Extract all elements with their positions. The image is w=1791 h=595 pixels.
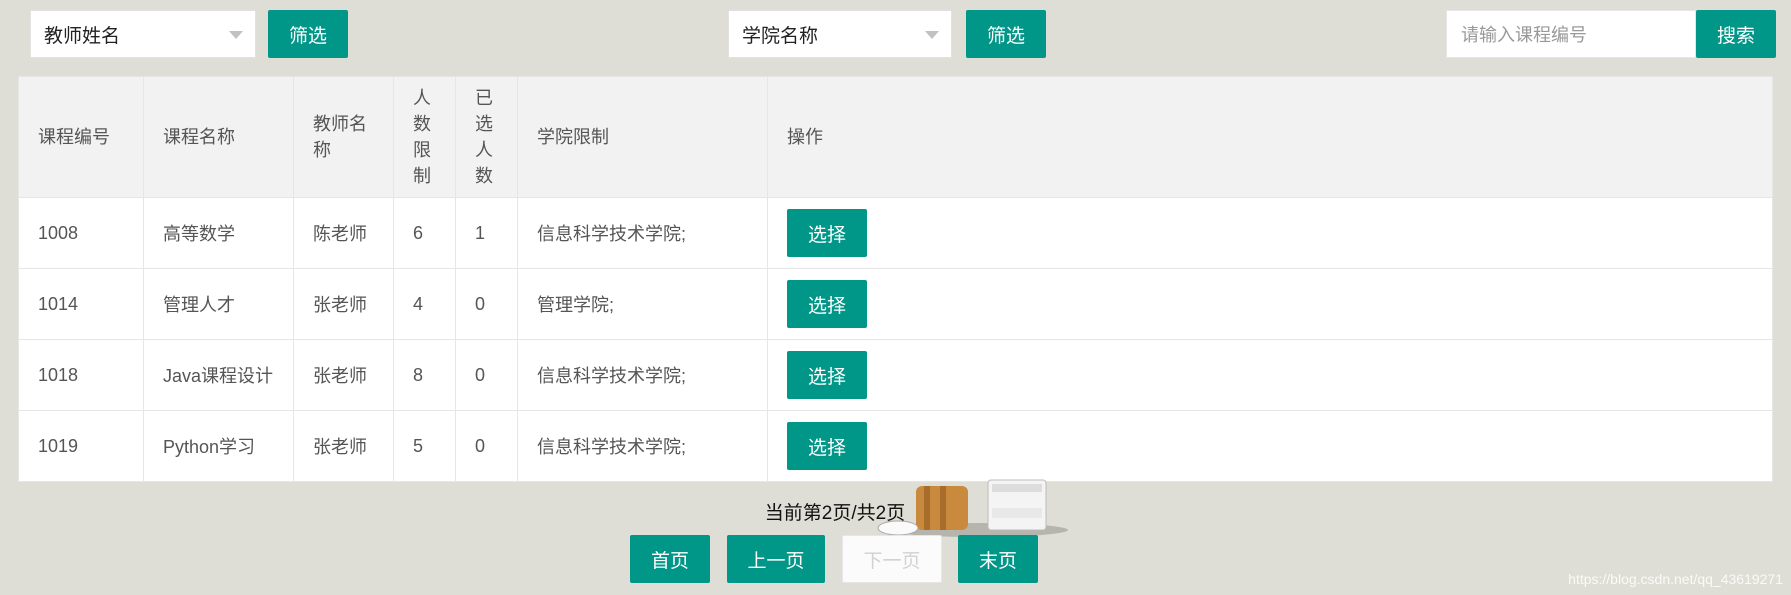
select-course-button[interactable]: 选择	[787, 209, 867, 257]
cell-course-id: 1008	[18, 197, 144, 269]
chevron-down-icon	[925, 31, 939, 39]
header-course-id: 课程编号	[18, 76, 144, 198]
header-course-name: 课程名称	[143, 76, 294, 198]
cell-course-name: Python学习	[143, 410, 294, 482]
header-selected-count: 已选人数	[455, 76, 518, 198]
cell-course-name: Java课程设计	[143, 339, 294, 411]
chevron-down-icon	[229, 31, 243, 39]
first-page-button[interactable]: 首页	[630, 535, 710, 583]
next-page-button[interactable]: 下一页	[842, 535, 942, 583]
cell-actions: 选择	[767, 197, 1773, 269]
college-select-value: 学院名称	[742, 25, 819, 47]
last-page-button[interactable]: 末页	[958, 535, 1038, 583]
table-row: 1018 Java课程设计 张老师 8 0 信息科学技术学院; 选择	[18, 339, 1773, 411]
cell-course-id: 1014	[18, 268, 144, 340]
cell-actions: 选择	[767, 268, 1773, 340]
header-limit: 人数限制	[393, 76, 456, 198]
cell-course-id: 1019	[18, 410, 144, 482]
watermark: https://blog.csdn.net/qq_43619271	[1568, 571, 1783, 587]
cell-teacher: 张老师	[293, 410, 394, 482]
course-table: 课程编号 课程名称 教师名称 人数限制 已选人数 学院限制 操作 1008 高等…	[18, 76, 1773, 482]
teacher-select-value: 教师姓名	[44, 25, 121, 47]
table-row: 1014 管理人才 张老师 4 0 管理学院; 选择	[18, 268, 1773, 340]
header-actions: 操作	[767, 76, 1773, 198]
teacher-filter-button[interactable]: 筛选	[268, 10, 348, 58]
select-course-button[interactable]: 选择	[787, 422, 867, 470]
cell-selected: 1	[455, 197, 518, 269]
select-course-button[interactable]: 选择	[787, 280, 867, 328]
page-info: 当前第2页/共2页	[764, 503, 906, 524]
cell-college: 信息科学技术学院;	[517, 339, 768, 411]
cell-teacher: 陈老师	[293, 197, 394, 269]
table-row: 1008 高等数学 陈老师 6 1 信息科学技术学院; 选择	[18, 197, 1773, 269]
select-course-button[interactable]: 选择	[787, 351, 867, 399]
cell-actions: 选择	[767, 339, 1773, 411]
college-select[interactable]: 学院名称	[728, 10, 952, 58]
cell-course-id: 1018	[18, 339, 144, 411]
cell-teacher: 张老师	[293, 339, 394, 411]
cell-selected: 0	[455, 410, 518, 482]
cell-selected: 0	[455, 268, 518, 340]
cell-college: 信息科学技术学院;	[517, 410, 768, 482]
cell-limit: 8	[393, 339, 456, 411]
table-row: 1019 Python学习 张老师 5 0 信息科学技术学院; 选择	[18, 410, 1773, 482]
cell-college: 信息科学技术学院;	[517, 197, 768, 269]
header-teacher-name: 教师名称	[293, 76, 394, 198]
cell-limit: 4	[393, 268, 456, 340]
cell-limit: 5	[393, 410, 456, 482]
cell-limit: 6	[393, 197, 456, 269]
cell-course-name: 管理人才	[143, 268, 294, 340]
table-header-row: 课程编号 课程名称 教师名称 人数限制 已选人数 学院限制 操作	[18, 76, 1773, 198]
cell-teacher: 张老师	[293, 268, 394, 340]
search-button[interactable]: 搜索	[1696, 10, 1776, 58]
college-filter-button[interactable]: 筛选	[966, 10, 1046, 58]
header-college-limit: 学院限制	[517, 76, 768, 198]
cell-course-name: 高等数学	[143, 197, 294, 269]
cell-college: 管理学院;	[517, 268, 768, 340]
cell-actions: 选择	[767, 410, 1773, 482]
prev-page-button[interactable]: 上一页	[727, 535, 825, 583]
course-search-input[interactable]: 请输入课程编号	[1446, 10, 1696, 58]
teacher-select[interactable]: 教师姓名	[30, 10, 256, 58]
cell-selected: 0	[455, 339, 518, 411]
